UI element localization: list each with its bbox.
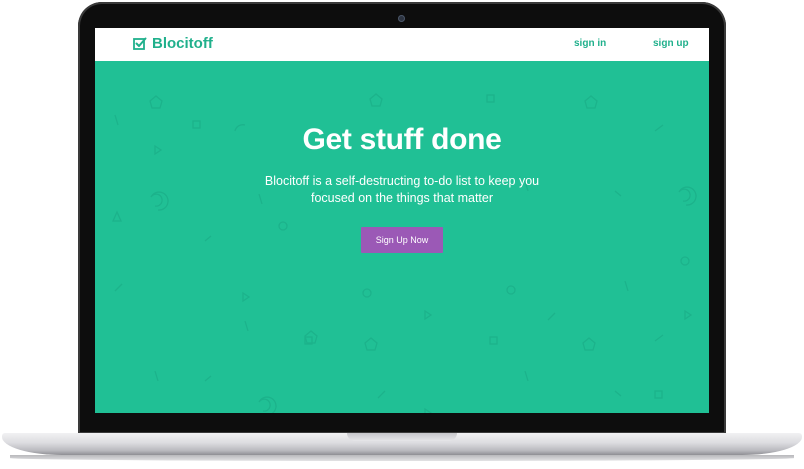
laptop-base	[2, 433, 802, 455]
webcam-icon	[398, 15, 405, 22]
checkbox-icon	[133, 37, 147, 51]
sign-up-link[interactable]: sign up	[653, 38, 689, 49]
laptop-foot-shadow	[10, 455, 794, 461]
hero-headline: Get stuff done	[302, 123, 502, 156]
brand-logo[interactable]: Blocitoff	[133, 34, 213, 54]
hero-subtext: Blocitoff is a self-destructing to-do li…	[264, 174, 540, 205]
sign-in-link[interactable]: sign in	[574, 38, 606, 49]
laptop-screen: Blocitoff sign in sign up Get stuff done…	[95, 28, 709, 413]
brand-name: Blocitoff	[152, 35, 213, 52]
top-navbar: Blocitoff sign in sign up	[95, 28, 709, 61]
laptop-open-notch	[347, 433, 457, 441]
hero-section: Get stuff done Blocitoff is a self-destr…	[95, 61, 709, 413]
sign-up-now-button[interactable]: Sign Up Now	[361, 227, 443, 253]
laptop-mockup: Blocitoff sign in sign up Get stuff done…	[0, 0, 804, 469]
